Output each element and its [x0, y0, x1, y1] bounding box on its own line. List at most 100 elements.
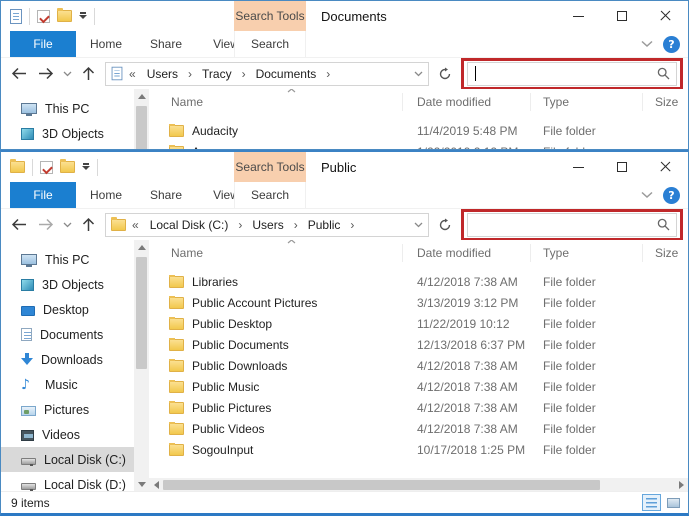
sidebar-item[interactable]: Downloads	[1, 347, 134, 372]
menu-share[interactable]: Share	[136, 31, 196, 57]
scrollbar-thumb[interactable]	[136, 257, 147, 369]
column-size[interactable]: Size	[643, 93, 688, 111]
sidebar-item[interactable]: Local Disk (D:)	[1, 472, 134, 492]
title-bar[interactable]: Search Tools Documents	[1, 1, 688, 31]
up-icon[interactable]	[81, 217, 96, 233]
address-dropdown-chevron-icon[interactable]	[414, 71, 423, 77]
maximize-button[interactable]	[600, 152, 644, 182]
menu-search[interactable]: Search	[234, 31, 306, 57]
up-icon[interactable]	[81, 66, 96, 82]
checkmark-icon[interactable]	[37, 10, 50, 23]
breadcrumb-separator[interactable]: ›	[291, 218, 301, 232]
details-view-button[interactable]	[642, 494, 661, 511]
breadcrumb-segment[interactable]: Tracy	[197, 67, 237, 81]
back-icon[interactable]	[11, 66, 28, 81]
file-row[interactable]: SogouInput 10/17/2018 1:25 PM File folde…	[149, 439, 688, 460]
column-type[interactable]: Type	[531, 244, 643, 262]
column-date-modified[interactable]: Date modified	[403, 93, 531, 111]
scroll-right-icon[interactable]	[674, 478, 688, 492]
forward-icon[interactable]	[37, 217, 54, 232]
column-name[interactable]: Name	[149, 93, 403, 111]
file-row[interactable]: Public Pictures 4/12/2018 7:38 AM File f…	[149, 397, 688, 418]
properties-icon[interactable]	[10, 9, 22, 24]
minimize-button[interactable]	[556, 152, 600, 182]
scroll-up-icon[interactable]	[134, 240, 149, 255]
menu-home[interactable]: Home	[76, 182, 136, 208]
sidebar-item[interactable]: This PC	[1, 96, 134, 121]
forward-icon[interactable]	[37, 66, 54, 81]
scroll-down-icon[interactable]	[134, 477, 149, 492]
search-input[interactable]	[467, 62, 677, 86]
sidebar-item[interactable]: Documents	[1, 322, 134, 347]
file-row[interactable]: Public Downloads 4/12/2018 7:38 AM File …	[149, 355, 688, 376]
menu-file[interactable]: File	[10, 31, 76, 57]
large-icons-view-button[interactable]	[664, 494, 683, 511]
breadcrumb-separator[interactable]: ›	[235, 218, 245, 232]
sidebar-scrollbar[interactable]	[134, 89, 149, 150]
file-row[interactable]: Public Desktop 11/22/2019 10:12 File fol…	[149, 313, 688, 334]
search-input[interactable]	[467, 213, 677, 237]
sidebar-item[interactable]: Pictures	[1, 397, 134, 422]
file-row[interactable]: Public Account Pictures 3/13/2019 3:12 P…	[149, 292, 688, 313]
close-button[interactable]	[644, 152, 688, 182]
close-button[interactable]	[644, 1, 688, 31]
breadcrumb-prefix[interactable]: «	[132, 218, 139, 232]
help-icon[interactable]: ?	[663, 36, 680, 53]
menu-search[interactable]: Search	[234, 182, 306, 208]
back-icon[interactable]	[11, 217, 28, 232]
collapse-ribbon-icon[interactable]	[641, 40, 653, 48]
breadcrumb-separator[interactable]: ›	[239, 67, 249, 81]
refresh-icon[interactable]	[438, 218, 452, 232]
recent-locations-chevron-icon[interactable]	[63, 222, 72, 228]
column-name[interactable]: Name	[149, 244, 403, 262]
minimize-button[interactable]	[556, 1, 600, 31]
sidebar-item[interactable]: Local Disk (C:)	[1, 447, 134, 472]
checkmark-icon[interactable]	[40, 161, 53, 174]
sidebar-item[interactable]: Desktop	[1, 297, 134, 322]
refresh-icon[interactable]	[438, 67, 452, 81]
recent-locations-chevron-icon[interactable]	[63, 71, 72, 77]
file-row[interactable]: Libraries 4/12/2018 7:38 AM File folder	[149, 271, 688, 292]
breadcrumb-segment[interactable]: Users	[142, 67, 183, 81]
breadcrumb-separator[interactable]: ›	[185, 67, 195, 81]
breadcrumb-separator[interactable]: ›	[347, 218, 357, 232]
menu-home[interactable]: Home	[76, 31, 136, 57]
new-folder-icon[interactable]	[60, 161, 75, 173]
column-size[interactable]: Size	[643, 244, 688, 262]
menu-share[interactable]: Share	[136, 182, 196, 208]
breadcrumb-segment[interactable]: Local Disk (C:)	[145, 218, 234, 232]
sidebar-item[interactable]: 3D Objects	[1, 272, 134, 297]
horizontal-scrollbar[interactable]	[149, 478, 688, 492]
file-row[interactable]: Public Videos 4/12/2018 7:38 AM File fol…	[149, 418, 688, 439]
sidebar-item[interactable]: Videos	[1, 422, 134, 447]
search-icon[interactable]	[657, 218, 670, 231]
column-type[interactable]: Type	[531, 93, 643, 111]
file-row[interactable]: A 1/22/2019 2:12 PM File folder	[149, 141, 688, 150]
search-tools-contextual-tab[interactable]: Search Tools	[234, 152, 306, 182]
file-row[interactable]: Public Music 4/12/2018 7:38 AM File fold…	[149, 376, 688, 397]
address-dropdown-chevron-icon[interactable]	[414, 222, 423, 228]
maximize-button[interactable]	[600, 1, 644, 31]
folder-icon[interactable]	[10, 161, 25, 173]
file-row[interactable]: Audacity 11/4/2019 5:48 PM File folder	[149, 120, 688, 141]
menu-file[interactable]: File	[10, 182, 76, 208]
scroll-up-icon[interactable]	[134, 89, 149, 104]
breadcrumb-separator[interactable]: ›	[323, 67, 333, 81]
sidebar-item[interactable]: 3D Objects	[1, 121, 134, 146]
help-icon[interactable]: ?	[663, 187, 680, 204]
collapse-ribbon-icon[interactable]	[641, 191, 653, 199]
scroll-left-icon[interactable]	[149, 478, 163, 492]
scrollbar-thumb[interactable]	[163, 480, 600, 490]
sidebar-item[interactable]: This PC	[1, 247, 134, 272]
new-folder-icon[interactable]	[57, 10, 72, 22]
file-row[interactable]: Public Documents 12/13/2018 6:37 PM File…	[149, 334, 688, 355]
sidebar-scrollbar[interactable]	[134, 240, 149, 492]
customize-toolbar-caret-icon[interactable]	[82, 163, 90, 171]
breadcrumb-prefix[interactable]: «	[129, 67, 136, 81]
sidebar-item[interactable]: Music	[1, 372, 134, 397]
breadcrumb-segment[interactable]: Public	[303, 218, 346, 232]
breadcrumb-segment[interactable]: Documents	[251, 67, 322, 81]
breadcrumb-segment[interactable]: Users	[247, 218, 288, 232]
address-box[interactable]: « Local Disk (C:)› Users› Public›	[105, 213, 429, 237]
customize-toolbar-caret-icon[interactable]	[79, 12, 87, 20]
